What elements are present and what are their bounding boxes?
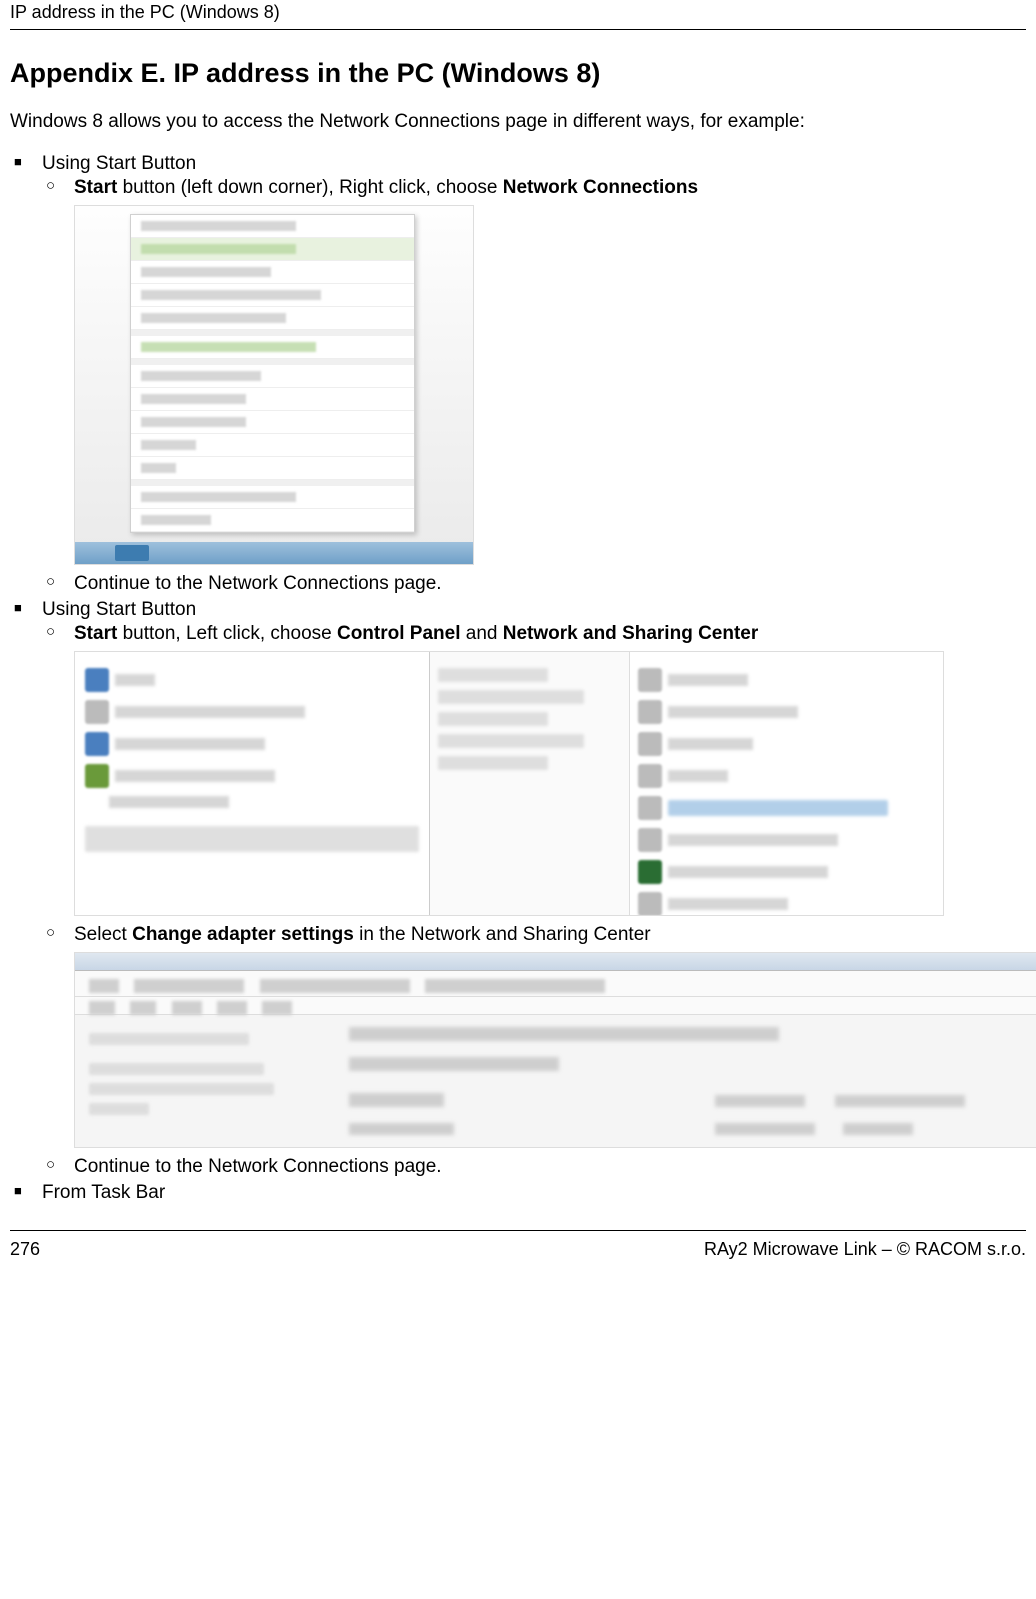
step-start-rightclick: Start button (left down corner), Right c… — [42, 177, 1026, 565]
method-label: Using Start Button — [42, 599, 196, 620]
running-header: IP address in the PC (Windows 8) — [10, 0, 1026, 30]
bold-network-connections: Network Connections — [503, 177, 698, 198]
page-number: 276 — [10, 1239, 40, 1260]
screenshot-network-sharing-center — [74, 952, 1036, 1148]
method-start-right-click: Using Start Button Start button (left do… — [10, 153, 1026, 595]
method-steps: Start button, Left click, choose Control… — [42, 623, 1026, 1178]
menu-bar — [75, 997, 1036, 1015]
screenshot-control-panel — [74, 651, 944, 916]
step-pre: Select — [74, 924, 132, 945]
step-text-2: and — [461, 623, 503, 644]
method-label: From Task Bar — [42, 1182, 165, 1203]
control-panel-items — [630, 652, 943, 915]
taskbar — [75, 542, 473, 564]
bold-start: Start — [74, 623, 117, 644]
method-task-bar: From Task Bar — [10, 1182, 1026, 1204]
step-change-adapter: Select Change adapter settings in the Ne… — [42, 924, 1026, 1148]
step-text: button (left down corner), Right click, … — [117, 177, 502, 198]
page-footer: 276 RAy2 Microwave Link – © RACOM s.r.o. — [10, 1230, 1026, 1270]
step-continue-2: Continue to the Network Connections page… — [42, 1156, 1026, 1178]
screenshot-start-context-menu — [74, 205, 474, 565]
nsc-sidebar — [75, 1015, 335, 1147]
method-steps: Start button (left down corner), Right c… — [42, 177, 1026, 595]
taskbar-button — [115, 545, 149, 561]
method-start-left-click: Using Start Button Start button, Left cl… — [10, 599, 1026, 1178]
bold-nsc: Network and Sharing Center — [503, 623, 759, 644]
step-text: Continue to the Network Connections page… — [74, 1156, 442, 1177]
step-start-leftclick: Start button, Left click, choose Control… — [42, 623, 1026, 916]
control-panel-categories — [430, 652, 630, 915]
step-post: in the Network and Sharing Center — [354, 924, 651, 945]
nsc-main — [335, 1015, 1036, 1147]
breadcrumb-bar — [75, 971, 1036, 997]
step-text: button, Left click, choose — [117, 623, 337, 644]
bold-control-panel: Control Panel — [337, 623, 461, 644]
step-text: Continue to the Network Connections page… — [74, 573, 442, 594]
start-menu-apps — [75, 652, 430, 915]
page-content: Appendix E. IP address in the PC (Window… — [0, 58, 1036, 1204]
footer-copyright: RAy2 Microwave Link – © RACOM s.r.o. — [704, 1239, 1026, 1260]
step-continue-1: Continue to the Network Connections page… — [42, 573, 1026, 595]
running-title: IP address in the PC (Windows 8) — [10, 2, 280, 22]
method-label: Using Start Button — [42, 153, 196, 174]
page-title: Appendix E. IP address in the PC (Window… — [10, 58, 1026, 89]
context-menu — [130, 214, 415, 533]
methods-list: Using Start Button Start button (left do… — [10, 153, 1026, 1204]
window-titlebar — [75, 953, 1036, 971]
intro-text: Windows 8 allows you to access the Netwo… — [10, 111, 1026, 133]
bold-change-adapter: Change adapter settings — [132, 924, 354, 945]
bold-start: Start — [74, 177, 117, 198]
